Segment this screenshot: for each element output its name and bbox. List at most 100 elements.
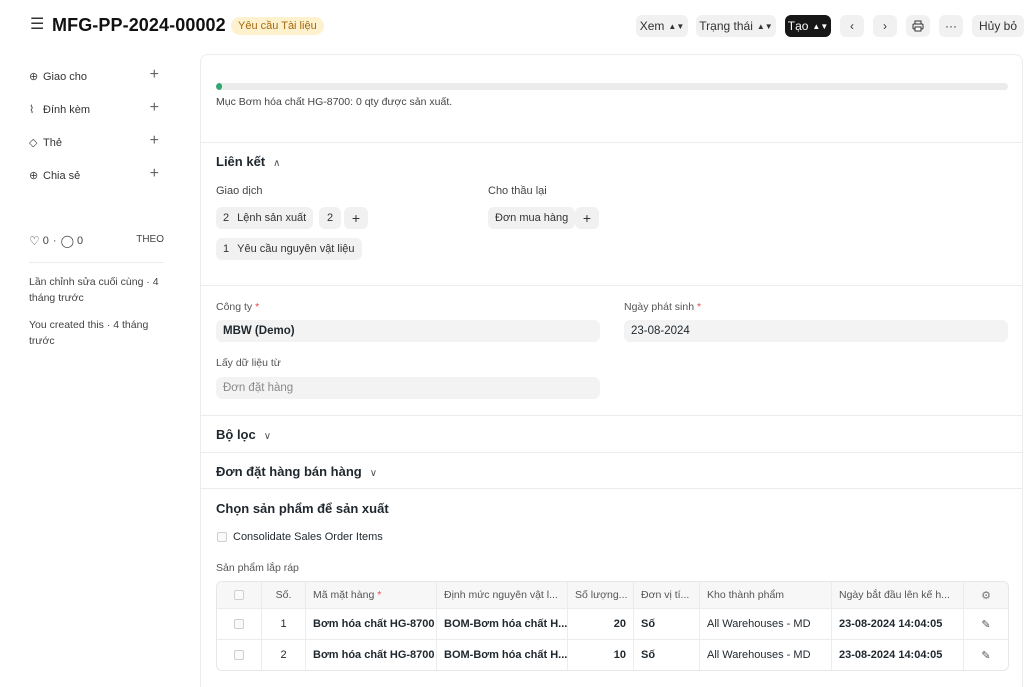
cancel-button[interactable]: Hủy bỏ [972,15,1024,37]
next-button[interactable]: › [873,15,897,37]
sort-icon: ▲▼ [812,22,829,31]
column-header: Mã mặt hàng * [305,582,436,608]
links-section-toggle[interactable]: Liên kết ∧ [216,154,280,169]
like-count: 0 [42,235,49,247]
add-purchase-order-button[interactable]: + [575,207,599,229]
share-icon: ⊕ [29,170,39,182]
divider [201,415,1022,416]
add-icon[interactable]: + [150,165,159,183]
section-title: Đơn đặt hàng bán hàng [216,464,362,479]
qty-cell[interactable]: 20 [567,609,633,639]
paperclip-icon: ⌇ [29,104,35,116]
settings-cell: ⚙ [963,582,1008,608]
sort-icon: ▲▼ [756,22,773,31]
qty-cell[interactable]: 10 [567,640,633,670]
comment-icon[interactable]: ◯ [61,234,74,248]
chevron-down-icon: ∨ [263,431,272,442]
subcontract-label: Cho thầu lại [488,185,547,197]
warehouse-cell[interactable]: All Warehouses - MD [699,640,831,670]
status-button[interactable]: Trạng thái ▲▼ [696,15,776,37]
bom-cell[interactable]: BOM-Bơm hóa chất H... [436,609,567,639]
bom-cell[interactable]: BOM-Bơm hóa chất H... [436,640,567,670]
sidebar-item-label: Chia sẻ [43,169,81,182]
row-number: 2 [261,640,305,670]
select-all-checkbox[interactable] [234,590,244,600]
status-badge: Yêu cầu Tài liệu [231,17,324,35]
get-items-select[interactable]: Đơn đặt hàng [216,377,600,399]
item-code-cell[interactable]: Bơm hóa chất HG-8700 [305,640,436,670]
column-header: Định mức nguyên vật l... [436,582,567,608]
printer-icon [912,20,924,32]
sales-orders-section-toggle[interactable]: Đơn đặt hàng bán hàng ∨ [216,464,377,479]
row-checkbox[interactable] [234,619,244,629]
assembly-items-label: Sản phẩm lắp ráp [216,562,299,574]
planned-start-cell[interactable]: 23-08-2024 14:04:05 [831,640,963,670]
add-icon[interactable]: + [150,66,159,84]
chevron-down-icon: ∨ [369,468,378,479]
table-row[interactable]: 2 Bơm hóa chất HG-8700 BOM-Bơm hóa chất … [217,639,1008,670]
pencil-icon[interactable]: ✎ [981,649,990,662]
separator: · [52,235,57,247]
filters-section-toggle[interactable]: Bộ lọc ∨ [216,427,271,442]
section-title: Bộ lọc [216,427,256,442]
company-field[interactable]: MBW (Demo) [216,320,600,342]
work-order-count-badge[interactable]: 2 [319,207,341,229]
progress-fill [216,83,222,90]
progress-bar [216,83,1008,90]
select-all-cell [217,582,261,608]
create-button[interactable]: Tạo ▲▼ [785,15,831,37]
menu-icon[interactable]: ☰ [30,17,44,33]
link-count: 2 [223,212,230,224]
view-button[interactable]: Xem ▲▼ [636,15,688,37]
consolidate-checkbox[interactable] [217,532,227,542]
link-count: 1 [223,243,230,255]
sidebar-item-attachments[interactable]: ⌇ Đính kèm + [29,93,164,126]
add-work-order-button[interactable]: + [344,207,368,229]
sidebar-item-tags[interactable]: ◇ Thẻ + [29,126,164,159]
heart-icon[interactable]: ♡ [29,234,40,248]
planned-start-cell[interactable]: 23-08-2024 14:04:05 [831,609,963,639]
edit-cell: ✎ [963,609,1008,639]
column-header: Ngày bắt đầu lên kế h... [831,582,963,608]
row-select-cell [217,640,261,670]
assign-icon: ⊕ [29,71,39,83]
row-checkbox[interactable] [234,650,244,660]
company-label: Công ty * [216,301,260,313]
follow-button[interactable]: THEO [136,234,164,245]
plus-icon: + [582,210,592,226]
column-header: Đơn vị tí... [633,582,699,608]
purchase-order-link[interactable]: Đơn mua hàng [488,207,576,229]
warehouse-cell[interactable]: All Warehouses - MD [699,609,831,639]
item-code-cell[interactable]: Bơm hóa chất HG-8700 [305,609,436,639]
material-request-link[interactable]: 1 Yêu cầu nguyên vật liệu [216,238,362,260]
previous-button[interactable]: ‹ [840,15,864,37]
settings-icon[interactable]: ⚙ [981,589,991,602]
chevron-up-icon: ∧ [273,158,281,169]
posting-date-field[interactable]: 23-08-2024 [624,320,1008,342]
pencil-icon[interactable]: ✎ [981,618,990,631]
column-header: Số. [261,582,305,608]
transactions-label: Giao dịch [216,185,263,197]
add-icon[interactable]: + [150,132,159,150]
sidebar-item-assign[interactable]: ⊕ Giao cho + [29,60,164,93]
comment-count: 0 [77,235,84,247]
add-icon[interactable]: + [150,99,159,117]
uom-cell[interactable]: Số [633,640,699,670]
more-button[interactable]: ··· [939,15,963,37]
table-row[interactable]: 1 Bơm hóa chất HG-8700 BOM-Bơm hóa chất … [217,608,1008,639]
uom-cell[interactable]: Số [633,609,699,639]
assembly-items-table: Số. Mã mặt hàng * Định mức nguyên vật l.… [216,581,1009,671]
chevron-left-icon: ‹ [850,19,854,33]
chevron-right-icon: › [883,19,887,33]
sort-icon: ▲▼ [668,22,685,31]
sidebar-item-share[interactable]: ⊕ Chia sẻ + [29,159,164,192]
sidebar-item-label: Thẻ [43,136,62,149]
plus-icon: + [351,210,361,226]
posting-date-label: Ngày phát sinh * [624,301,702,313]
divider [201,142,1022,143]
sidebar-item-label: Giao cho [43,70,88,83]
work-order-link[interactable]: 2 Lệnh sản xuất [216,207,314,229]
print-button[interactable] [906,15,930,37]
page-header: ☰ MFG-PP-2024-00002 Yêu cầu Tài liệu Xem… [0,0,1024,54]
divider [201,488,1022,489]
